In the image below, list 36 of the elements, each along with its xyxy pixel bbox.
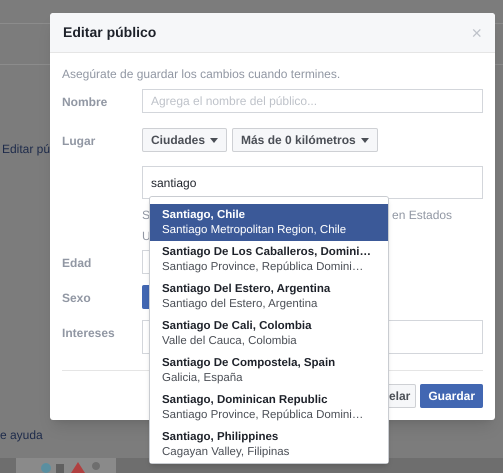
- suggestion-item[interactable]: Santiago, Philippines Cagayan Valley, Filipinas: [150, 426, 388, 463]
- field-label: Edad: [62, 255, 92, 272]
- suggestion-item[interactable]: Santiago De Cali, Colombia Valle del Cauca, Colombia: [150, 315, 388, 352]
- radius-dropdown[interactable]: Más de 0 kilómetros: [232, 128, 378, 152]
- region-name: Santiago Province, República Domini…: [162, 260, 364, 274]
- city-name: Santiago De Compostela, Spain: [162, 356, 336, 370]
- suggestion-item[interactable]: Santiago De Compostela, Spain Galicia, España: [150, 352, 388, 389]
- city-name: Santiago, Dominican Republic: [162, 392, 328, 408]
- city-name: Santiago De Cali, Colombia: [162, 318, 313, 334]
- field-label: Nombre: [62, 94, 108, 111]
- intro-text: Asegúrate de guardar los cambios cuando termines.: [62, 66, 342, 83]
- city-name: Santiago De Los Caballeros, Domini…: [162, 244, 372, 260]
- caret-icon: [360, 138, 369, 142]
- region-name: Santiago del Estero, Argentina: [162, 296, 318, 312]
- suggestion-item[interactable]: Santiago De Los Caballeros, Domini… Santiago Province, República Domini…: [150, 241, 388, 278]
- region-name: Valle del Cauca, Colombia: [162, 334, 298, 348]
- dialog-title: Editar público: [63, 23, 156, 42]
- caret-icon: [210, 138, 218, 142]
- region-name: Santiago Metropolitan Region, Chile: [162, 222, 348, 238]
- region-name: Santiago Province, República Domini…: [162, 408, 364, 422]
- field-label: Intereses: [62, 325, 116, 342]
- suggestion-item[interactable]: Santiago, Dominican Republic Santiago Province, República Domini…: [150, 389, 388, 426]
- suggestion-item[interactable]: Santiago Del Estero, Argentina Santiago del Estero, Argentina: [150, 278, 388, 315]
- hint-text: S: [142, 207, 150, 224]
- save-button[interactable]: Guardar: [420, 384, 483, 408]
- field-label: Sexo: [62, 290, 92, 307]
- region-name: Cagayan Valley, Filipinas: [162, 444, 290, 460]
- region-name: Galicia, España: [162, 370, 244, 386]
- field-label: Lugar: [62, 133, 96, 150]
- city-name: Santiago Del Estero, Argentina: [162, 282, 332, 296]
- name-field[interactable]: Agrega el nombre del público...: [142, 89, 483, 113]
- location-type-dropdown[interactable]: Ciudades: [142, 128, 228, 152]
- hint-text: en Estados: [392, 207, 452, 224]
- suggestion-item[interactable]: Santiago, Chile Santiago Metropolitan Region, Chile: [150, 204, 388, 241]
- city-name: Santiago, Philippines: [162, 430, 280, 444]
- city-name: Santiago, Chile: [162, 208, 246, 222]
